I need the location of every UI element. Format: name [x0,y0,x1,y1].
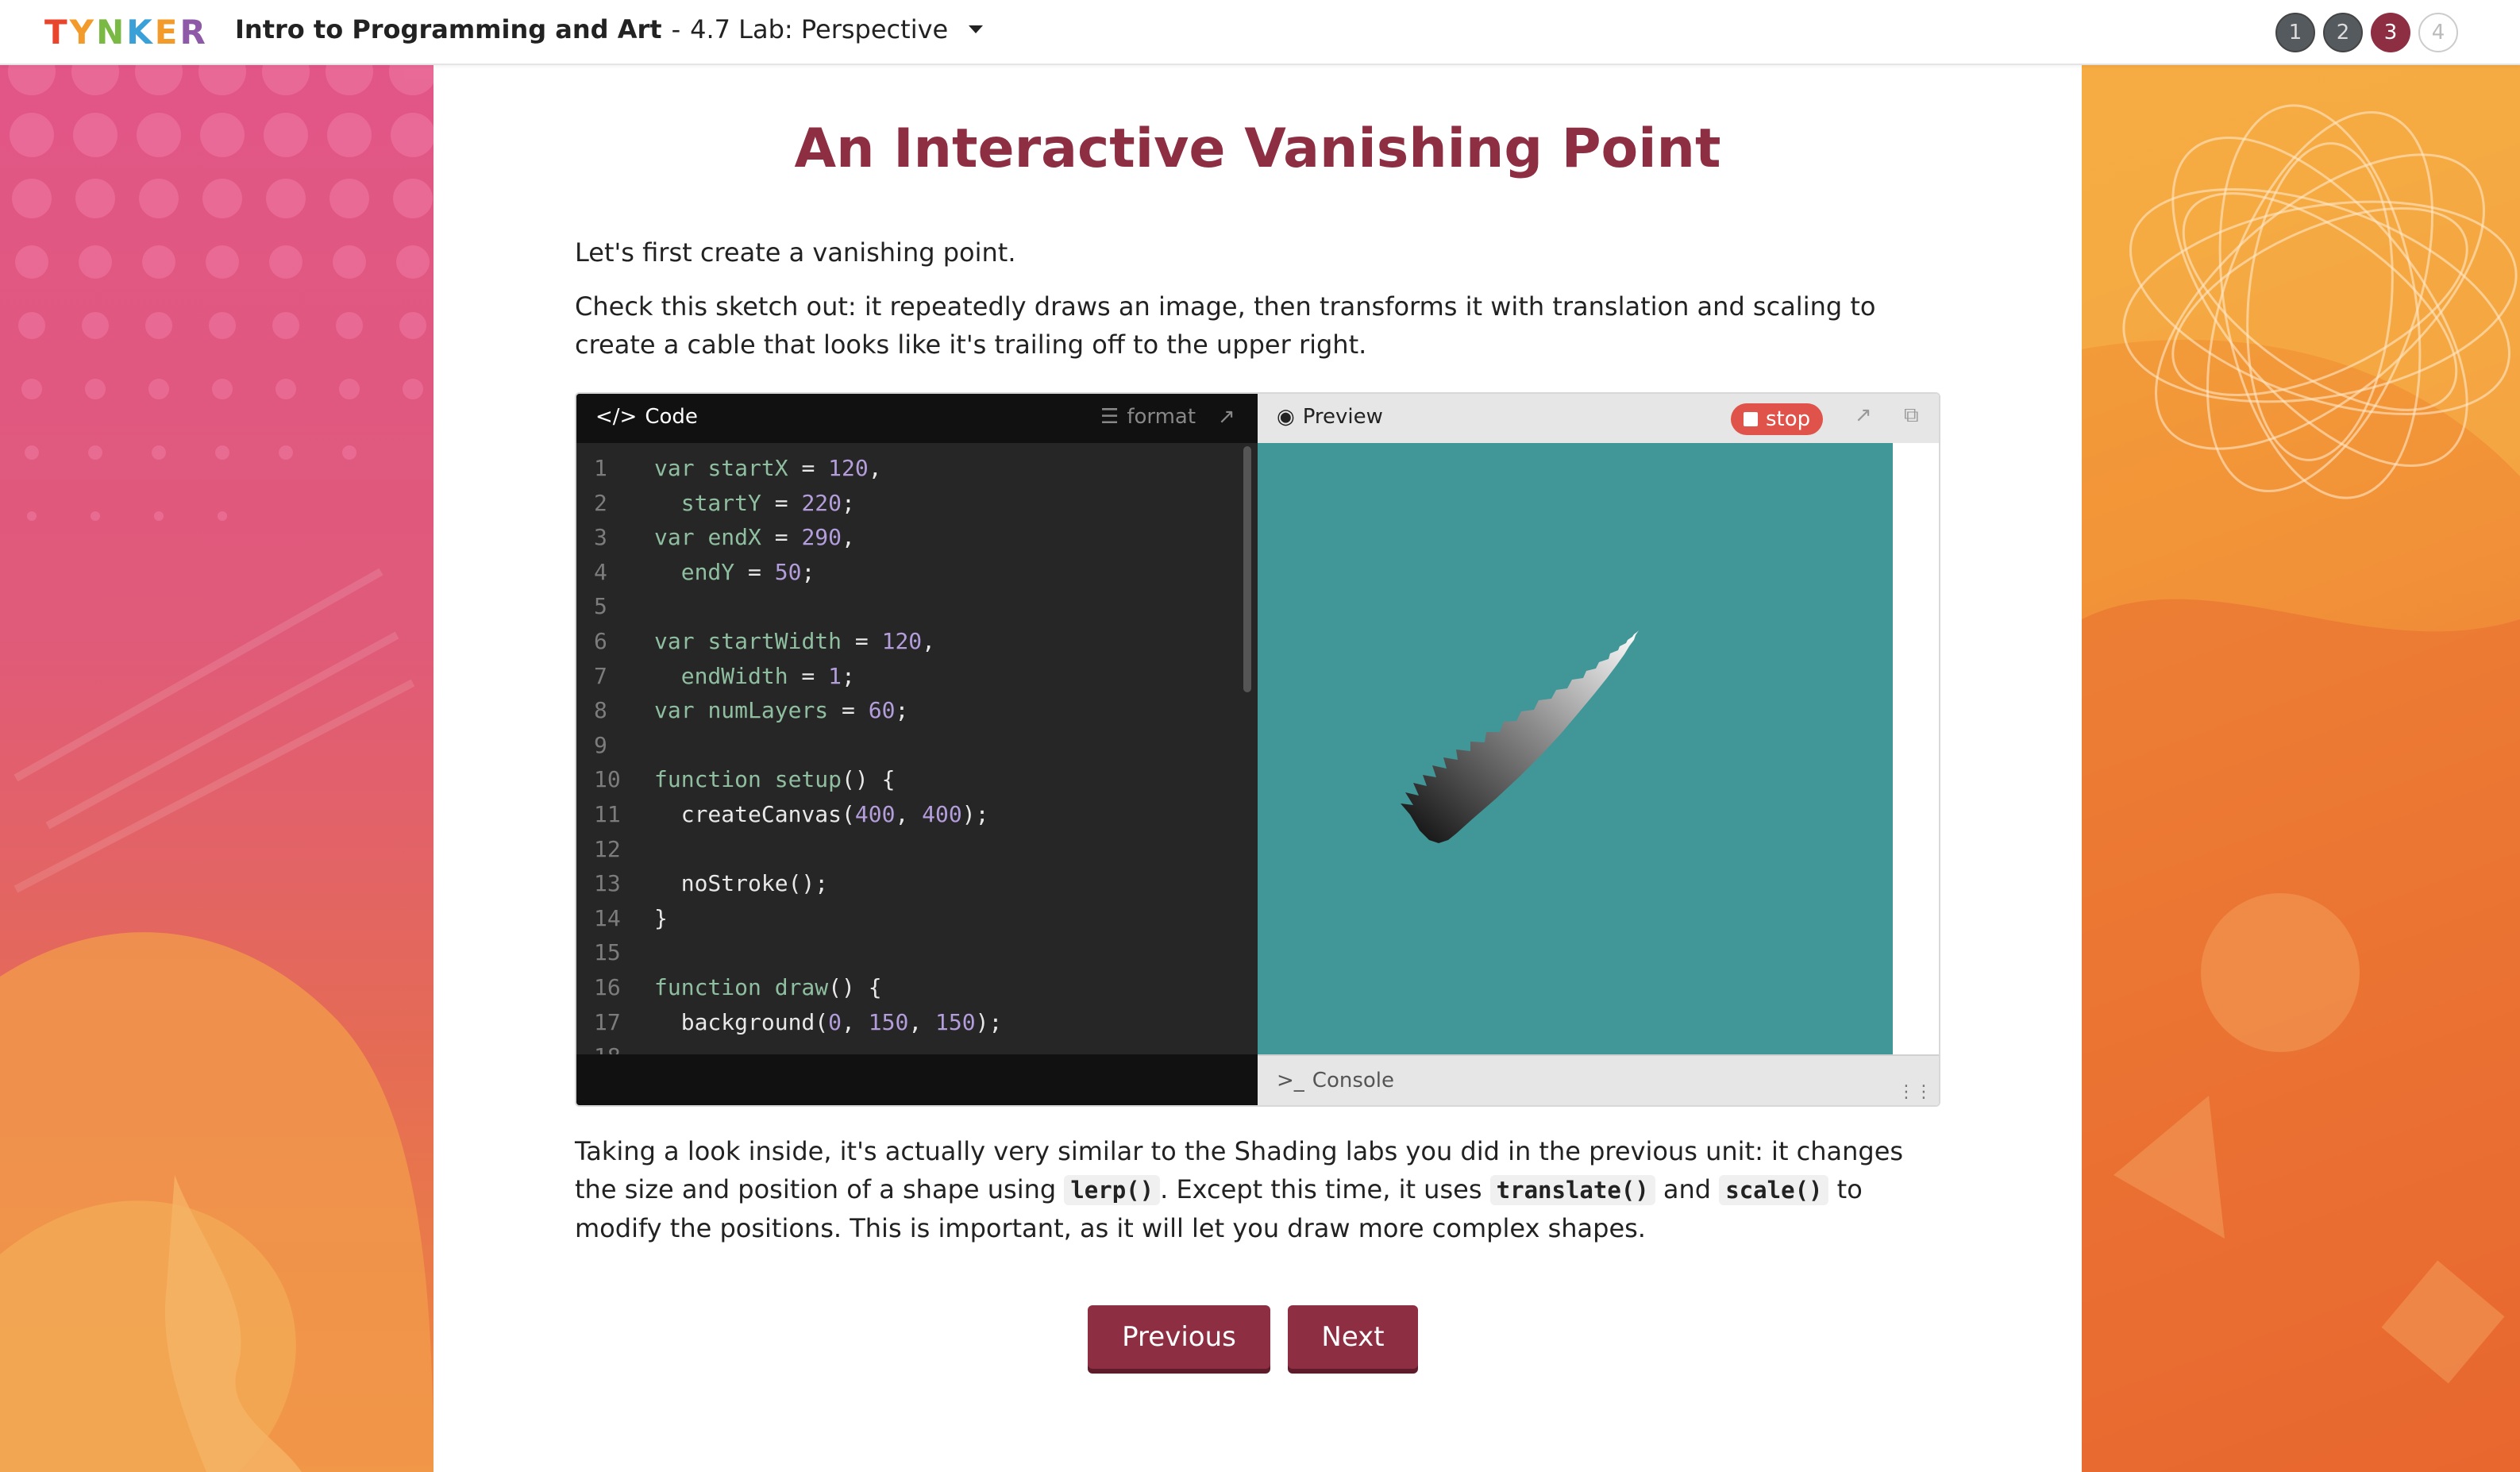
code-editor-widget: </> Code ☰ format ↗ 1 var startX = 120, 2 … [575,392,1940,1107]
scrollbar[interactable] [1243,446,1251,692]
step-2[interactable]: 2 [2323,13,2363,52]
sketch-canvas[interactable] [1258,443,1893,1054]
stop-icon [1744,412,1758,426]
breadcrumb[interactable]: Intro to Programming and Art - 4.7 Lab: … [235,14,984,44]
inline-code-lerp: lerp() [1064,1175,1161,1205]
line-number: 2 [594,489,607,516]
code-pane-header: </> Code ☰ format ↗ [576,394,1258,443]
console-bar[interactable]: >_ Console ⋮⋮ [1258,1054,1939,1105]
step-4[interactable]: 4 [2418,13,2458,52]
lesson-title: 4.7 Lab: Perspective [690,14,949,44]
logo-letter: R [179,13,208,52]
line-number: 8 [594,697,607,724]
explanation-text: and [1655,1174,1720,1204]
line-number: 5 [594,593,607,620]
format-icon: ☰ [1100,405,1119,429]
line-number: 12 [594,835,621,862]
logo-letter: Y [69,13,97,52]
tab-code[interactable]: </> Code [595,405,698,429]
format-button[interactable]: ☰ format [1100,405,1196,429]
page-title: An Interactive Vanishing Point [794,118,1721,180]
line-number: 4 [594,558,607,585]
logo-letter: E [154,13,180,52]
inline-code-scale: scale() [1719,1175,1829,1205]
top-bar: T Y N K E R Intro to Programming and Art… [0,0,2520,65]
previous-button[interactable]: Previous [1088,1305,1270,1369]
next-button[interactable]: Next [1288,1305,1418,1369]
expand-icon[interactable]: ↗ [1218,405,1235,429]
code-text: noStroke(); [654,870,829,897]
breadcrumb-separator: - [671,14,681,44]
console-label: Console [1312,1069,1395,1092]
line-number: 17 [594,1008,621,1035]
intro-paragraph: Let's first create a vanishing point. [575,237,1016,268]
format-label: format [1127,405,1196,429]
popout-icon[interactable]: ⧉ [1904,403,1919,428]
line-number: 10 [594,766,621,793]
console-tab[interactable]: >_ Console [1277,1069,1394,1092]
step-indicator: 1 2 3 4 [2275,13,2458,52]
line-number: 11 [594,801,621,827]
step-1[interactable]: 1 [2275,13,2315,52]
line-number: 13 [594,870,621,897]
preview-pane: ◉ Preview stop ↗ ⧉ >_ Console ⋮⋮ [1258,394,1939,1105]
preview-tab-label: Preview [1302,405,1383,429]
code-text: startY = 220; [680,489,855,516]
vanishing-point-cable-drawing [1401,630,1639,843]
right-decorative-background [2082,64,2520,1472]
line-number: 14 [594,904,621,931]
code-text: function draw() { [654,974,882,1000]
logo-letter: K [126,13,155,52]
resize-handle-icon[interactable]: ⋮⋮ [1898,1082,1932,1102]
stop-label: stop [1766,407,1811,431]
code-text: var startX = 120, [654,455,882,481]
lesson-content: An Interactive Vanishing Point Let's fir… [433,64,2082,1472]
line-number: 9 [594,731,607,758]
code-icon: </> [595,405,638,429]
line-number: 3 [594,524,607,551]
step-3[interactable]: 3 [2371,13,2410,52]
tab-preview[interactable]: ◉ Preview [1277,405,1383,429]
code-pane: </> Code ☰ format ↗ 1 var startX = 120, 2 … [576,394,1258,1105]
explanation-text: . Except this time, it uses [1160,1174,1490,1204]
code-text: var endX = 290, [654,524,855,551]
inline-code-translate: translate() [1489,1175,1655,1205]
course-title: Intro to Programming and Art [235,14,662,44]
tynker-logo[interactable]: T Y N K E R [44,11,208,54]
code-text: endWidth = 1; [680,662,855,689]
code-text: var startWidth = 120, [654,628,936,654]
code-text: function setup() { [654,766,896,793]
code-text: } [654,904,668,931]
chevron-down-icon[interactable] [969,25,984,33]
line-number: 7 [594,662,607,689]
expand-icon[interactable]: ↗ [1855,403,1872,427]
code-text: endY = 50; [680,558,815,585]
code-tab-label: Code [645,405,698,429]
code-text-area[interactable]: 1 var startX = 120, 2 startY = 220; 3 var en… [576,443,1258,1054]
line-number: 16 [594,974,621,1000]
line-number: 15 [594,939,621,966]
terminal-icon: >_ [1277,1069,1304,1092]
globe-icon: ◉ [1277,405,1295,429]
line-number: 1 [594,455,607,481]
code-text: createCanvas(400, 400); [654,801,989,827]
code-text: background(0, 150, 150); [654,1008,1003,1035]
explanation-paragraph: Taking a look inside, it's actually very… [575,1132,1940,1247]
logo-letter: T [44,13,70,52]
line-number: 18 [594,1039,630,1054]
left-decorative-background [0,64,433,1472]
preview-pane-header: ◉ Preview stop ↗ ⧉ [1258,394,1939,443]
stop-button[interactable]: stop [1731,403,1824,435]
description-paragraph: Check this sketch out: it repeatedly dra… [575,291,1876,360]
code-pane-footer [576,1054,1258,1105]
line-number: 6 [594,628,607,654]
logo-letter: N [96,13,127,52]
code-text: var numLayers = 60; [654,697,909,724]
